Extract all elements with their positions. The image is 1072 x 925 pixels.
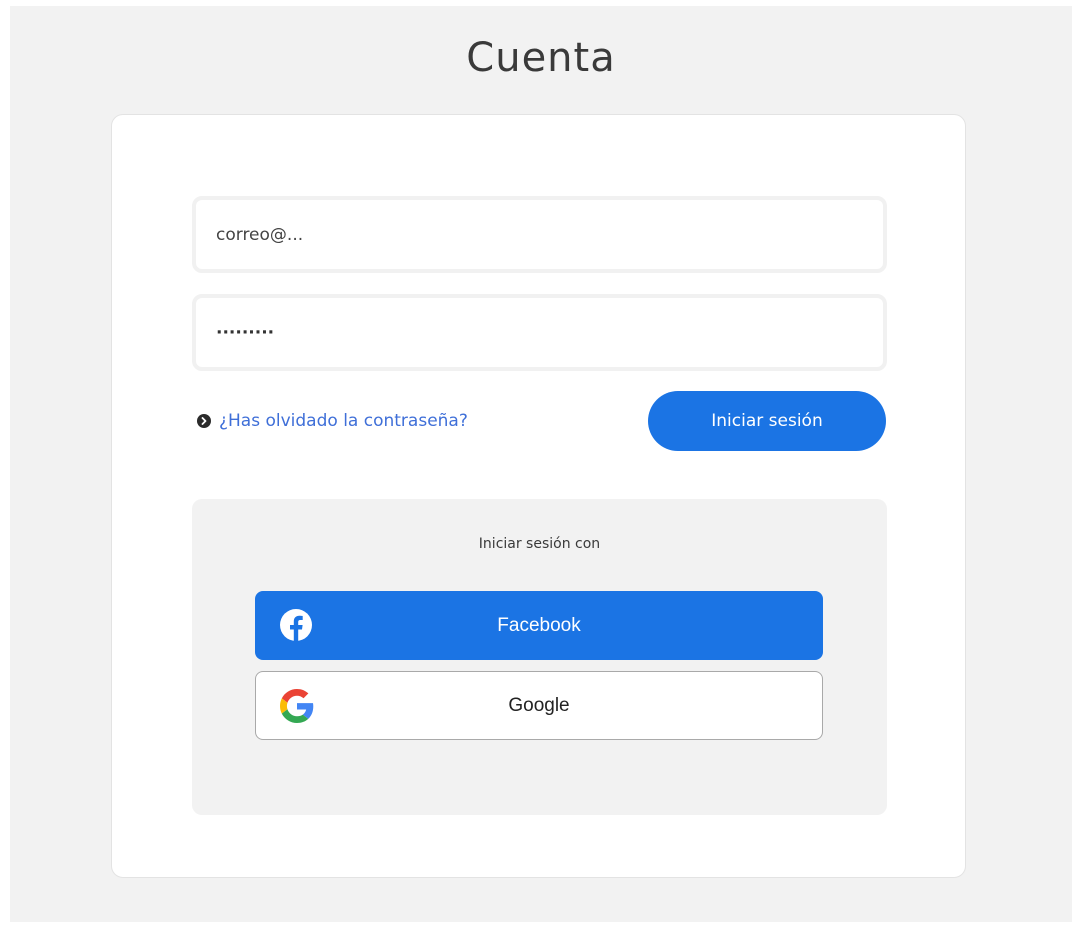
login-button[interactable]: Iniciar sesión [648,391,886,451]
google-login-button[interactable]: Google [255,671,823,740]
chevron-right-circle-icon [197,414,211,428]
page-title: Cuenta [466,35,616,81]
social-login-caption: Iniciar sesión con [478,536,601,552]
social-login-panel: Iniciar sesión con Facebook Google [192,499,887,815]
password-field[interactable] [196,298,883,367]
password-field-wrapper [192,294,887,371]
page-background: Cuenta ¿Has olvidado la contraseña? Inic… [10,6,1072,922]
forgot-password-link[interactable]: ¿Has olvidado la contraseña? [197,407,468,435]
login-card: ¿Has olvidado la contraseña? Iniciar ses… [111,114,966,878]
facebook-login-label: Facebook [497,614,581,636]
facebook-icon [280,609,312,641]
forgot-password-label: ¿Has olvidado la contraseña? [219,411,468,431]
google-icon [280,689,314,723]
email-field-wrapper [192,196,887,273]
email-field[interactable] [196,200,883,269]
facebook-login-button[interactable]: Facebook [255,591,823,660]
google-login-label: Google [508,694,570,716]
